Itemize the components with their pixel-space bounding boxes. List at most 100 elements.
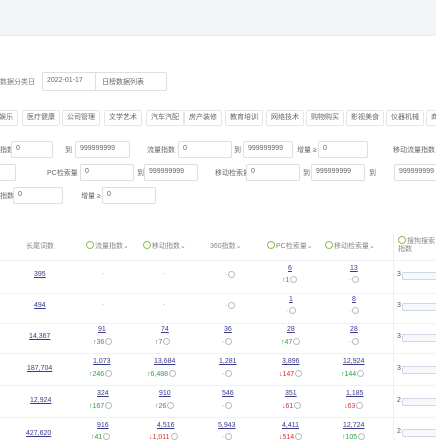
pc-search-value[interactable]: 1 bbox=[289, 296, 293, 303]
change-text: ↓61 bbox=[282, 403, 294, 410]
flow-value[interactable]: 324 bbox=[97, 390, 109, 397]
max-input[interactable]: 999999999 bbox=[75, 141, 130, 158]
mobile-search-value[interactable]: 1,185 bbox=[346, 390, 364, 397]
tag-item[interactable]: 购物购买 bbox=[306, 110, 344, 126]
to-label: 到 bbox=[369, 170, 376, 177]
input-value: 0 bbox=[183, 145, 187, 152]
info-icon bbox=[86, 241, 94, 249]
change-text: ↓147 bbox=[279, 371, 295, 378]
tag-item[interactable]: 汽车汽配 bbox=[146, 110, 184, 126]
to-label: 到 bbox=[137, 170, 144, 177]
longtail-value[interactable]: 14,367 bbox=[29, 333, 50, 340]
table-row: 395 - - - 6 ↑1 13 - 3 bbox=[0, 261, 436, 294]
index360-value[interactable]: 546 bbox=[222, 390, 234, 397]
pc-search-value[interactable]: 351 bbox=[285, 390, 297, 397]
index360-change: - bbox=[222, 338, 233, 346]
min-input[interactable]: 0 bbox=[246, 164, 300, 181]
flow-value[interactable]: 916 bbox=[97, 422, 109, 429]
mobile-search-value[interactable]: 12,724 bbox=[343, 422, 364, 429]
max-input[interactable]: 999999999 bbox=[144, 164, 198, 181]
tag-item[interactable]: 仪器机械 bbox=[386, 110, 424, 126]
clock-icon bbox=[290, 276, 298, 283]
col-pc-search[interactable]: PC检索量⌄ bbox=[267, 241, 313, 251]
to-label: 到 bbox=[234, 147, 241, 154]
mobile-index-value[interactable]: 4,516 bbox=[157, 422, 175, 429]
tag-item[interactable]: 影视美食 bbox=[346, 110, 384, 126]
pc-search-value[interactable]: 28 bbox=[287, 326, 295, 333]
flow-value: - bbox=[102, 302, 105, 309]
mobile-index-value[interactable]: 13,684 bbox=[154, 358, 175, 365]
longtail-value[interactable]: 395 bbox=[34, 271, 46, 278]
min-input[interactable]: 0 bbox=[178, 141, 232, 158]
filter-row-2: PC检索量 0 到 999999999 移动检索量 0 到 999999999 … bbox=[0, 164, 436, 182]
clock-icon bbox=[352, 276, 360, 283]
info-icon bbox=[398, 236, 406, 244]
min-input[interactable]: 0 bbox=[13, 187, 63, 204]
clock-icon bbox=[169, 370, 177, 377]
col-label: 移动检索量 bbox=[334, 243, 369, 250]
tag-item[interactable]: 网络技术 bbox=[266, 110, 304, 126]
max-input[interactable]: 999999999 bbox=[243, 141, 293, 158]
filter-row-1: 流量指数 0 到 999999999 流量指数 0 到 999999999 增量… bbox=[0, 141, 436, 159]
increment-input[interactable]: 0 bbox=[102, 187, 156, 204]
input-value: 999999999 bbox=[80, 145, 116, 152]
filter-label: 流量指数 bbox=[147, 147, 175, 154]
min-input[interactable]: 0 bbox=[80, 164, 134, 181]
filter-label: 增量 ≥ bbox=[81, 193, 101, 200]
tag-item[interactable]: 教育培训 bbox=[225, 110, 263, 126]
pc-search-value[interactable]: 3,896 bbox=[282, 358, 300, 365]
change-text: ↑1 bbox=[282, 277, 290, 284]
index360-value[interactable]: 5,943 bbox=[218, 422, 236, 429]
tag-item[interactable]: 公司管理 bbox=[62, 110, 100, 126]
tag-item[interactable]: 商 bbox=[426, 110, 436, 126]
table-row: 12,924 324 ↑167 910 ↑26 546 - 351 ↓61 1,… bbox=[0, 385, 436, 418]
date-value: 2022-01-17 bbox=[47, 77, 83, 84]
mobile-search-value[interactable]: 13 bbox=[350, 265, 358, 272]
col-360-index[interactable]: 360指数⌄ bbox=[210, 241, 242, 251]
change-text: - bbox=[349, 277, 352, 284]
clock-icon bbox=[294, 402, 302, 409]
index360-value[interactable]: 1,281 bbox=[219, 358, 237, 365]
pc-search-value[interactable]: 4,411 bbox=[282, 422, 299, 429]
mobile-search-change: ↓63 bbox=[344, 402, 364, 410]
flow-value[interactable]: 1,073 bbox=[93, 358, 111, 365]
index360-value[interactable]: 36 bbox=[224, 326, 232, 333]
mobile-search-value[interactable]: 8 bbox=[352, 296, 356, 303]
to-label: 到 bbox=[303, 170, 310, 177]
mobile-index-value[interactable]: 74 bbox=[161, 326, 169, 333]
input-value: 999999999 bbox=[248, 145, 284, 152]
col-flow-index[interactable]: 流量指数⌄ bbox=[86, 241, 129, 251]
info-icon bbox=[143, 241, 151, 249]
tag-item[interactable]: 文学艺术 bbox=[104, 110, 142, 126]
mobile-search-value[interactable]: 28 bbox=[350, 326, 358, 333]
max-input[interactable]: 999999999 bbox=[311, 164, 365, 181]
longtail-value[interactable]: 187,704 bbox=[27, 365, 52, 372]
index360-change: - bbox=[222, 370, 233, 378]
min-input[interactable]: 0 bbox=[11, 141, 53, 158]
daily-list-button[interactable]: 日榜数据列表 bbox=[95, 72, 167, 91]
pc-search-value[interactable]: 6 bbox=[288, 265, 292, 272]
clock-icon bbox=[295, 433, 303, 440]
input-value: 0 bbox=[107, 191, 111, 198]
col-sogou[interactable]: 搜狗搜索指数 bbox=[398, 236, 436, 254]
clock-icon bbox=[352, 307, 360, 314]
tag-item[interactable]: 房产装修 bbox=[184, 110, 222, 126]
longtail-value[interactable]: 12,924 bbox=[30, 397, 51, 404]
mobile-search-value[interactable]: 12,924 bbox=[343, 358, 364, 365]
max-input[interactable]: 999999999 bbox=[394, 164, 436, 181]
flow-value[interactable]: 91 bbox=[98, 326, 106, 333]
value-text: - bbox=[225, 272, 228, 279]
sogou-rank: 2 bbox=[397, 397, 401, 404]
change-text: ↑246 bbox=[89, 371, 105, 378]
longtail-value[interactable]: 494 bbox=[34, 302, 46, 309]
increment-input[interactable]: 0 bbox=[318, 141, 368, 158]
col-mobile-search[interactable]: 移动检索量⌄ bbox=[325, 241, 375, 251]
col-mobile-index[interactable]: 移动指数⌄ bbox=[143, 241, 186, 251]
col-longtail[interactable]: 长尾词数 bbox=[26, 241, 54, 251]
tag-item[interactable]: 医疗健康 bbox=[22, 110, 60, 126]
min-input[interactable] bbox=[0, 164, 16, 181]
longtail-value[interactable]: 427,620 bbox=[26, 430, 51, 437]
tag-item[interactable]: 娱乐 bbox=[0, 110, 18, 126]
filter-label: 搜索指数 bbox=[0, 193, 14, 200]
mobile-index-value[interactable]: 910 bbox=[159, 390, 171, 397]
